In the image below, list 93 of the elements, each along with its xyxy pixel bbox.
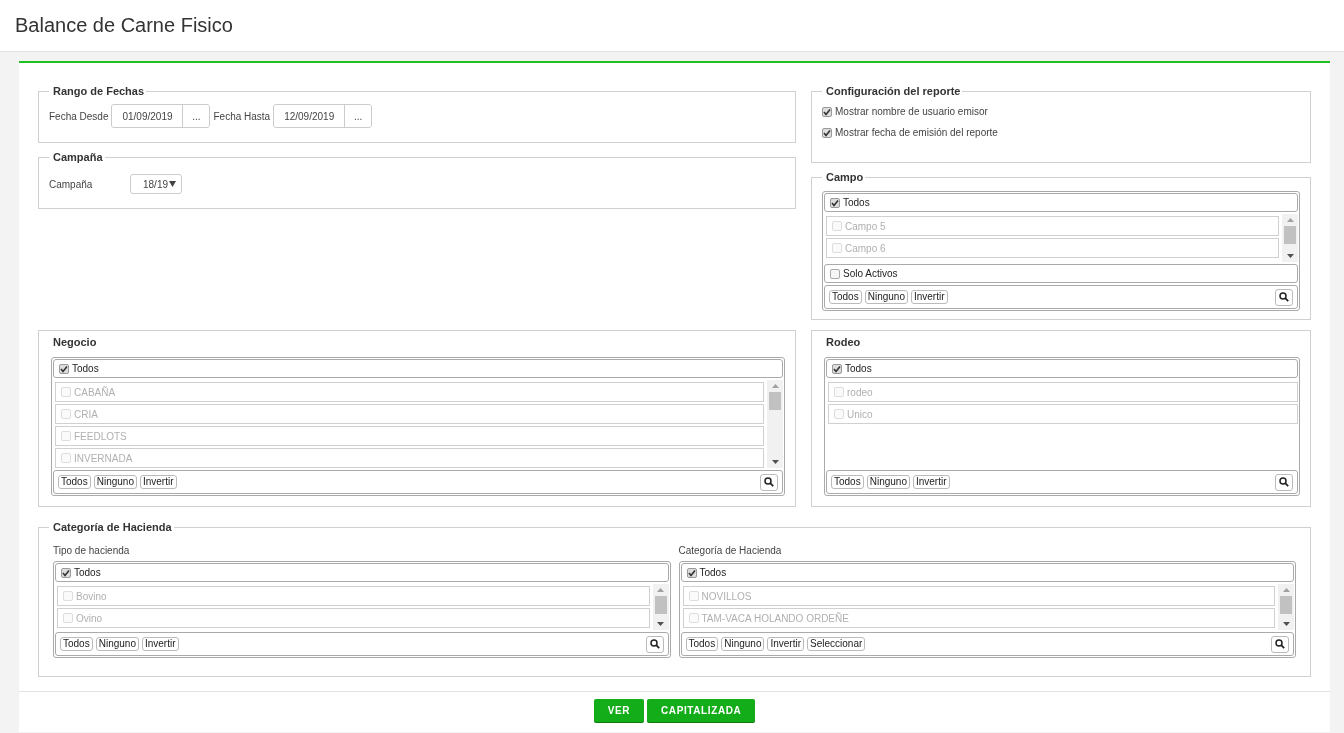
filter-label[interactable]: Solo Activos	[843, 268, 898, 279]
toolbar-button[interactable]: Todos	[60, 637, 93, 651]
option-label: CABAÑA	[74, 386, 116, 398]
season-dropdown[interactable]: 18/19	[130, 174, 182, 194]
toolbar-button[interactable]: Invertir	[141, 637, 179, 651]
select-all-label[interactable]: Todos	[72, 363, 99, 374]
select-all-label[interactable]: Todos	[845, 363, 872, 374]
field-label: Categoría de Hacienda	[678, 545, 783, 556]
toolbar-button[interactable]: Seleccionar	[807, 637, 866, 651]
toolbar-button[interactable]: Ninguno	[95, 637, 139, 651]
toolbar-button[interactable]: Todos	[685, 637, 719, 651]
toolbar-button[interactable]: Invertir	[912, 475, 950, 489]
field-label: Fecha Hasta	[213, 110, 271, 122]
option-label: Bovino	[76, 590, 107, 602]
option-label: CRIA	[74, 408, 98, 420]
select-all-label[interactable]: Todos	[699, 567, 727, 578]
search-button[interactable]	[1271, 635, 1289, 653]
dropdown-caret-icon	[169, 181, 176, 187]
option-label: Campo 6	[845, 242, 886, 254]
field-label: Tipo de hacienda	[53, 545, 131, 556]
option-label: Ovino	[76, 612, 103, 624]
checkbox[interactable]	[822, 127, 832, 138]
toolbar-button[interactable]: Todos	[829, 290, 862, 304]
toolbar-button[interactable]: Ninguno	[93, 475, 137, 489]
scrollbar-track[interactable]	[767, 380, 783, 468]
select-all-row[interactable]: Todos	[824, 193, 1298, 212]
toolbar-button[interactable]: Todos	[58, 475, 91, 489]
search-button[interactable]	[760, 473, 778, 491]
option-label: INVERNADA	[74, 452, 133, 464]
checkbox[interactable]	[830, 197, 840, 208]
date-field[interactable]: 01/09/2019 ...	[111, 104, 211, 128]
search-button[interactable]	[645, 635, 664, 653]
scroll-up-icon	[1282, 588, 1290, 592]
toolbar-button[interactable]: Invertir	[139, 475, 177, 489]
scrollbar-thumb[interactable]	[1284, 226, 1296, 244]
scroll-down-icon	[1282, 622, 1290, 626]
fieldset-legend: Categoría de Hacienda	[49, 521, 174, 534]
select-all-label[interactable]: Todos	[74, 567, 101, 578]
toolbar-button[interactable]: Ninguno	[864, 290, 908, 304]
select-all-row[interactable]: Todos	[53, 359, 783, 378]
section-title: Rodeo	[826, 336, 862, 349]
option-label: Campo 5	[845, 220, 886, 232]
toolbar-button[interactable]: Ninguno	[721, 637, 765, 651]
scrollbar-thumb[interactable]	[769, 392, 781, 410]
search-button[interactable]	[1275, 473, 1293, 491]
search-icon	[649, 639, 660, 649]
toolbar-button[interactable]: Todos	[831, 475, 864, 489]
page-title: Balance de Carne Fisico	[15, 14, 233, 37]
scrollbar-thumb[interactable]	[654, 596, 667, 614]
checkbox[interactable]	[59, 363, 69, 374]
scroll-down-icon	[771, 460, 779, 464]
scroll-down-icon	[657, 622, 664, 626]
scroll-up-icon	[771, 384, 779, 388]
checkbox[interactable]	[61, 567, 71, 578]
date-field[interactable]: 12/09/2019 ...	[273, 104, 373, 128]
scroll-up-icon	[1286, 218, 1294, 222]
search-button[interactable]	[1275, 288, 1293, 306]
search-icon	[1275, 639, 1285, 649]
select-all-row[interactable]: Todos	[826, 359, 1298, 378]
fieldset-legend: Campo	[822, 171, 866, 184]
scrollbar-thumb[interactable]	[1280, 596, 1292, 614]
option-label: rodeo	[847, 386, 873, 398]
search-icon	[1279, 292, 1289, 302]
select-all-label[interactable]: Todos	[843, 197, 870, 208]
checkbox[interactable]	[822, 106, 832, 117]
search-icon	[1279, 477, 1289, 487]
field-label: Campaña	[49, 178, 94, 190]
toolbar-button[interactable]: Invertir	[767, 637, 804, 651]
select-all-row[interactable]: Todos	[55, 563, 669, 582]
option-label: NOVILLOS	[701, 590, 752, 602]
scroll-down-icon	[1286, 254, 1294, 258]
checkbox[interactable]	[686, 567, 697, 578]
scrollbar-track[interactable]	[652, 584, 669, 630]
checkbox[interactable]	[830, 268, 840, 279]
fieldset-legend: Rango de Fechas	[49, 85, 147, 98]
filter-row[interactable]: Solo Activos	[824, 264, 1298, 283]
fieldset-legend: Configuración del reporte	[822, 85, 963, 98]
scrollbar-track[interactable]	[1282, 214, 1298, 262]
section-title: Negocio	[53, 336, 98, 349]
checkbox[interactable]	[832, 363, 842, 374]
option-label: TAM-VACA HOLANDO ORDEÑE	[701, 612, 849, 624]
select-all-row[interactable]: Todos	[680, 563, 1294, 582]
option-label[interactable]: Mostrar fecha de emisión del reporte	[835, 127, 998, 138]
option-label: Unico	[847, 408, 873, 420]
toolbar-button[interactable]: Invertir	[910, 290, 948, 304]
option-label[interactable]: Mostrar nombre de usuario emisor	[835, 106, 988, 117]
field-label: Fecha Desde	[49, 110, 109, 122]
toolbar-button[interactable]: Ninguno	[866, 475, 910, 489]
search-icon	[764, 477, 774, 487]
option-label: FEEDLOTS	[74, 430, 127, 442]
scroll-up-icon	[657, 588, 664, 592]
fieldset-legend: Campaña	[49, 151, 105, 164]
scrollbar-track[interactable]	[1278, 584, 1294, 630]
